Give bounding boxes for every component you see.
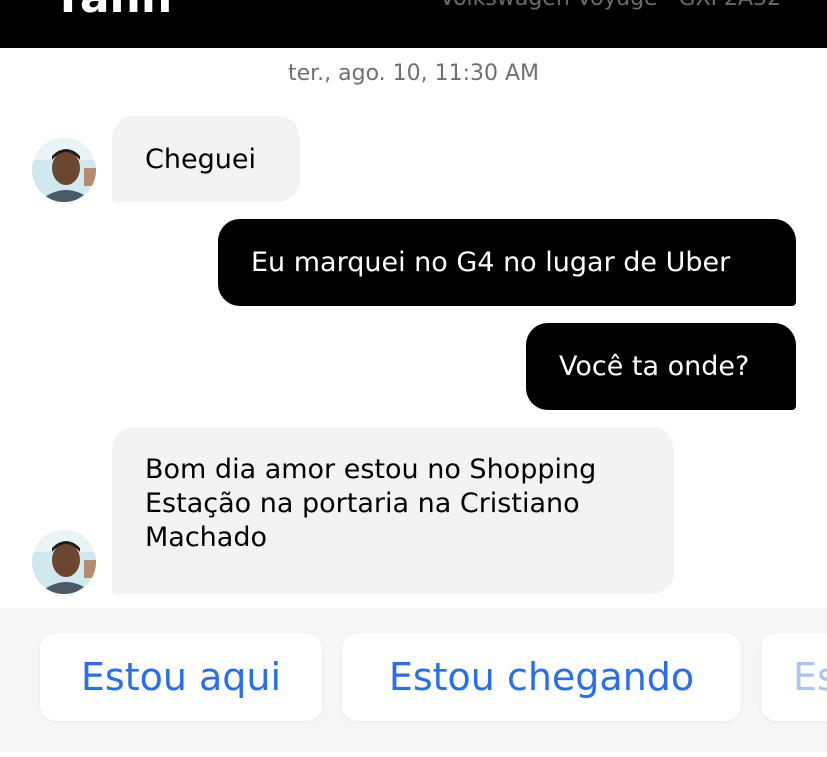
outgoing-message: Eu marquei no G4 no lugar de Uber (218, 219, 796, 306)
message-line: Bom dia amor estou no Shopping (145, 454, 597, 485)
chat-header: Yann Volkswagen Voyage · GXP2A32 (0, 0, 827, 48)
bottom-divider (0, 752, 827, 757)
incoming-message: Cheguei (112, 116, 300, 202)
driver-avatar[interactable] (32, 138, 96, 202)
outgoing-message: Você ta onde? (526, 323, 796, 410)
vehicle-info: Volkswagen Voyage · GXP2A32 (440, 0, 781, 12)
incoming-message: Bom dia amor estou no Shopping Estação n… (112, 427, 674, 594)
driver-name: Yann (52, 0, 172, 20)
quick-replies-bar[interactable]: Estou aqui Estou chegando Es (0, 608, 827, 757)
quick-reply-estou-aqui[interactable]: Estou aqui (40, 633, 322, 721)
message-timestamp: ter., ago. 10, 11:30 AM (287, 61, 540, 86)
quick-reply-partial[interactable]: Es (761, 633, 827, 721)
driver-avatar[interactable] (32, 530, 96, 594)
message-line: Estação na portaria na Cristiano (145, 488, 580, 519)
message-line: Machado (145, 522, 268, 553)
quick-reply-estou-chegando[interactable]: Estou chegando (342, 633, 741, 721)
